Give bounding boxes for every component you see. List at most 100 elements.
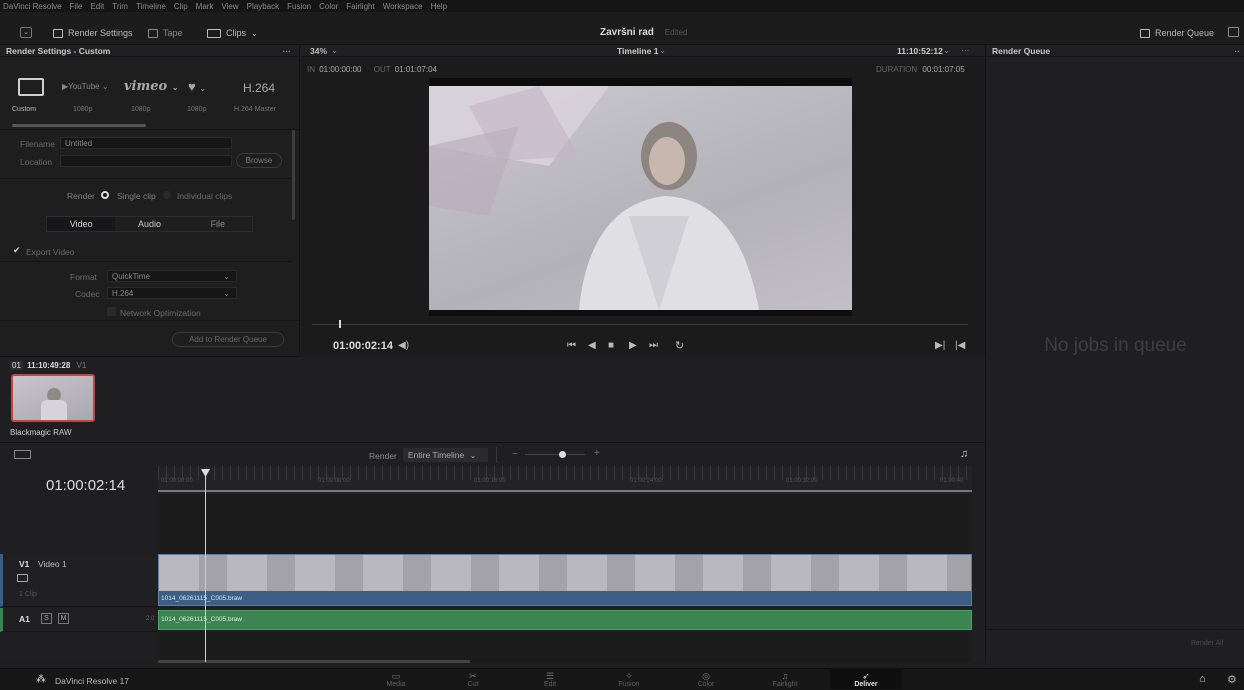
duration-value: 00:01:07:05 [922, 65, 965, 74]
zoom-out-icon[interactable]: − [512, 449, 518, 460]
menu-item-fairlight[interactable]: Fairlight [346, 2, 374, 11]
render-queue-button[interactable]: Render Queue [1140, 26, 1214, 40]
clip-thumbnail[interactable] [11, 374, 95, 422]
page-cut[interactable]: ✂ Cut [448, 671, 498, 688]
twitter-bird-icon[interactable]: ♥ ⌄ [188, 79, 206, 94]
playhead-line[interactable] [205, 476, 206, 662]
menu-item-help[interactable]: Help [431, 2, 447, 11]
app-name: DaVinci Resolve 17 [55, 676, 130, 686]
menu-item-timeline[interactable]: Timeline [136, 2, 166, 11]
gear-icon[interactable]: ⚙ [1227, 673, 1237, 686]
youtube-logo[interactable]: ▶YouTube ⌄ [62, 82, 109, 91]
menu-item-davinci[interactable]: DaVinci Resolve [3, 2, 62, 11]
page-edit[interactable]: ☰ Edit [525, 671, 575, 688]
timeline-render-label: Render [369, 451, 397, 461]
timeline-name[interactable]: Timeline 1 [617, 46, 658, 56]
tape-icon [148, 28, 158, 38]
home-icon[interactable]: ⌂ [1199, 673, 1206, 685]
menu-item-file[interactable]: File [70, 2, 83, 11]
zoom-level[interactable]: 34% [310, 46, 327, 56]
preset-scrollbar[interactable] [12, 124, 146, 127]
audio-clip[interactable]: 1014_06261115_C005.braw [158, 610, 972, 630]
play-reverse-icon[interactable]: ◀ [588, 340, 596, 351]
add-to-render-queue-button[interactable]: Add to Render Queue [172, 332, 284, 347]
ruler-tick-label: 01:00:40 [940, 478, 964, 484]
menu-item-fusion[interactable]: Fusion [287, 2, 311, 11]
mark-in-icon[interactable]: ▶| [935, 340, 945, 351]
a1-track-label: A1 [19, 614, 30, 624]
h264-logo[interactable]: H.264 [243, 81, 275, 95]
timeline-ruler[interactable]: 01:00:00:00 01:00:08:00 01:00:16:00 01:0… [158, 466, 972, 494]
single-clip-radio[interactable] [101, 191, 109, 199]
chevron-down-icon: ⌄ [943, 45, 951, 55]
tape-button[interactable]: Tape [148, 26, 183, 40]
vimeo-logo[interactable]: vimeo ⌄ [124, 79, 178, 94]
video-clip[interactable]: 1014_06261115_C005.braw [158, 554, 972, 606]
menu-item-edit[interactable]: Edit [90, 2, 104, 11]
expand-panel-icon[interactable] [1228, 27, 1239, 37]
scrub-playhead[interactable] [339, 320, 341, 328]
network-optimization-checkbox[interactable] [107, 307, 116, 316]
render-all-button[interactable]: Render All [1191, 640, 1223, 647]
mute-button[interactable]: M [58, 613, 69, 624]
go-to-end-icon[interactable]: ⏭ [649, 340, 658, 351]
collapse-panel-icon[interactable]: ⌄ [20, 27, 32, 38]
more-options-icon[interactable]: ··· [283, 46, 292, 56]
menu-item-mark[interactable]: Mark [196, 2, 214, 11]
render-queue-label: Render Queue [1155, 28, 1215, 38]
loop-icon[interactable]: ↻ [675, 339, 684, 352]
page-fairlight[interactable]: ♫ Fairlight [760, 671, 810, 688]
codec-select[interactable]: H.264 ⌄ [107, 287, 237, 299]
more-options-icon[interactable]: ··· [961, 45, 970, 55]
mark-out-icon[interactable]: |◀ [955, 340, 965, 351]
timeline-right-gutter [972, 466, 985, 662]
page-color[interactable]: ◎ Color [681, 671, 731, 688]
menu-item-view[interactable]: View [221, 2, 238, 11]
zoom-slider-track[interactable] [525, 454, 585, 455]
out-label: OUT [373, 65, 391, 74]
deliver-page-icon: ➶ [862, 671, 870, 681]
timeline-view-options-icon[interactable] [14, 450, 31, 459]
v1-track-name: Video 1 [38, 559, 67, 569]
clips-button[interactable]: Clips ⌄ [207, 26, 258, 40]
custom-preset-icon[interactable] [18, 78, 44, 96]
audio-meter-icon[interactable]: ♫ [960, 448, 968, 460]
tab-file[interactable]: File [184, 217, 252, 231]
page-deliver[interactable]: ➶ Deliver [830, 669, 902, 689]
zoom-slider-handle[interactable] [559, 451, 566, 458]
browse-button[interactable]: Browse [236, 153, 282, 168]
settings-scrollbar[interactable] [292, 130, 295, 220]
menu-item-clip[interactable]: Clip [174, 2, 188, 11]
filename-input[interactable]: Untitled [60, 137, 232, 149]
more-options-icon[interactable]: ·· [1234, 46, 1240, 56]
zoom-in-icon[interactable]: + [594, 448, 600, 459]
format-select[interactable]: QuickTime ⌄ [107, 270, 237, 282]
render-settings-button[interactable]: Render Settings [53, 26, 133, 40]
page-media[interactable]: ▭ Media [371, 671, 421, 688]
page-fusion[interactable]: ✧ Fusion [604, 671, 654, 688]
track-header-v1[interactable]: V1 Video 1 1 Clip [0, 554, 158, 607]
render-range-select[interactable]: Entire Timeline ⌄ [403, 448, 488, 462]
menu-item-trim[interactable]: Trim [112, 2, 128, 11]
track-output-icon[interactable] [17, 574, 28, 582]
play-icon[interactable]: ▶ [629, 340, 637, 351]
menu-bar: DaVinci Resolve File Edit Trim Timeline … [0, 0, 1244, 12]
menu-item-playback[interactable]: Playback [247, 2, 279, 11]
location-input[interactable] [60, 155, 232, 167]
speaker-icon[interactable]: ◀) [398, 340, 409, 351]
render-settings-header: Render Settings - Custom ··· [0, 45, 299, 57]
export-video-checkbox[interactable]: ✔ [13, 245, 21, 256]
scrub-bar[interactable] [312, 324, 968, 325]
menu-item-color[interactable]: Color [319, 2, 338, 11]
stop-icon[interactable]: ■ [608, 340, 614, 351]
output-tabs: Video Audio File [46, 216, 253, 232]
individual-clips-radio[interactable] [163, 191, 171, 199]
page-edit-label: Edit [543, 681, 557, 688]
go-to-start-icon[interactable]: ⏮ [567, 340, 576, 351]
tab-video[interactable]: Video [47, 217, 116, 231]
menu-item-workspace[interactable]: Workspace [383, 2, 423, 11]
render-queue-header: Render Queue ·· [986, 45, 1244, 57]
solo-button[interactable]: S [41, 613, 52, 624]
tab-audio[interactable]: Audio [115, 217, 183, 231]
track-header-a1[interactable]: A1 S M 2.0 [0, 608, 158, 632]
